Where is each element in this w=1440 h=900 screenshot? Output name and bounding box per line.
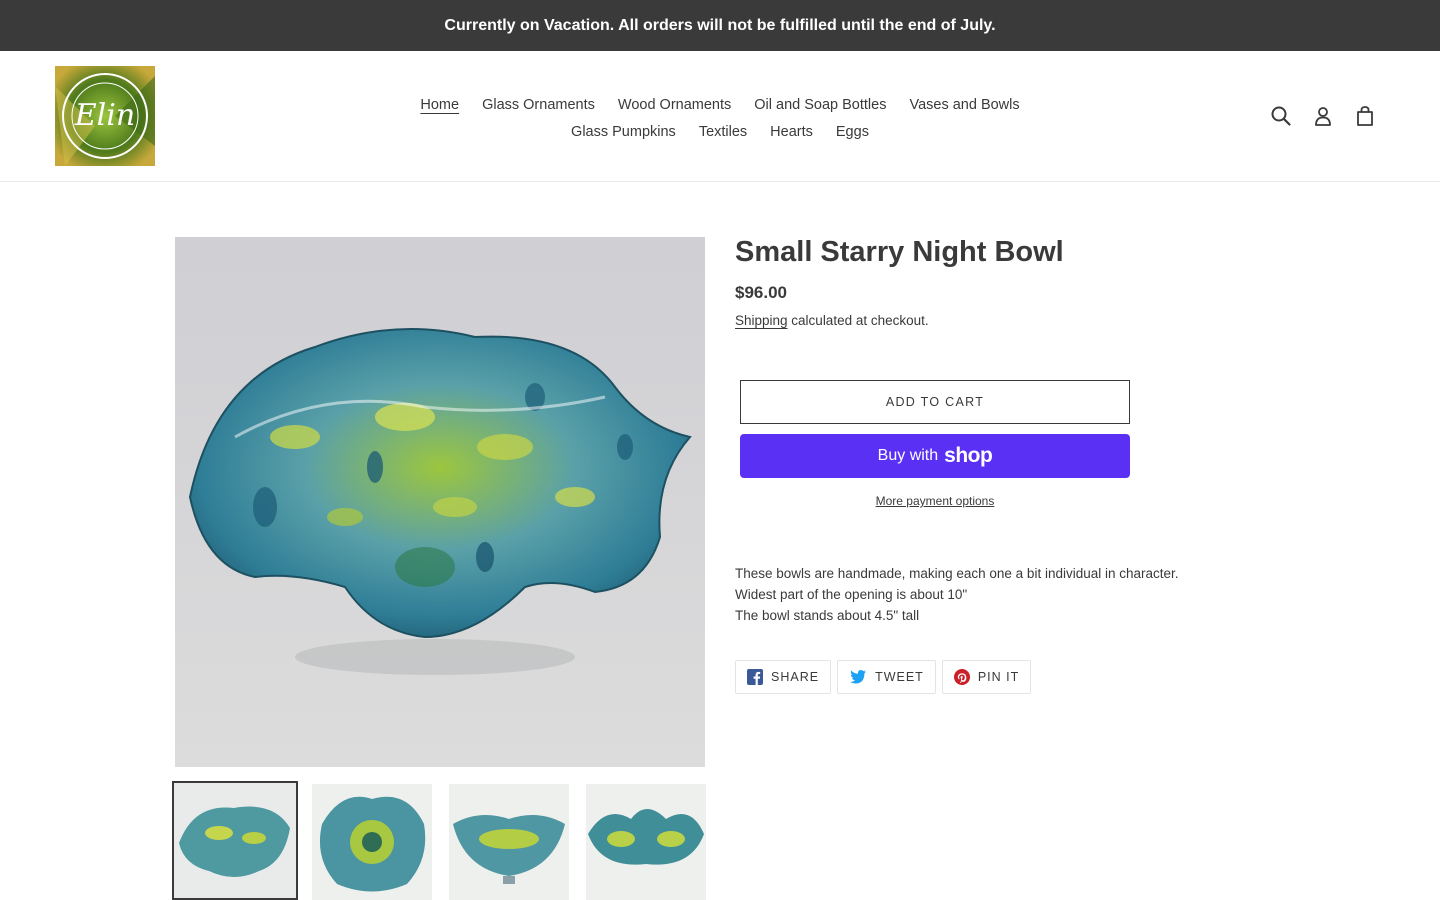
announcement-bar: Currently on Vacation. All orders will n… — [0, 0, 1440, 51]
shop-pay-logo: shop — [944, 444, 993, 467]
product-main-image[interactable] — [175, 237, 705, 767]
product-description: These bowls are handmade, making each on… — [735, 563, 1179, 626]
thumbnail-4[interactable] — [586, 784, 706, 900]
add-to-cart-button[interactable]: ADD TO CART — [740, 380, 1130, 424]
shipping-note-text: calculated at checkout. — [787, 313, 929, 328]
header-icons — [1270, 105, 1376, 127]
thumbnail-1[interactable] — [172, 781, 298, 900]
nav-glass-pumpkins[interactable]: Glass Pumpkins — [571, 124, 676, 140]
thumbnail-2[interactable] — [312, 784, 432, 900]
more-payment-options: More payment options — [740, 494, 1130, 508]
thumbnail-3[interactable] — [449, 784, 569, 900]
pinterest-share-label: PIN IT — [977, 670, 1020, 684]
twitter-share-label: TWEET — [875, 670, 924, 684]
nav-wood-ornaments[interactable]: Wood Ornaments — [618, 97, 731, 113]
product-title: Small Starry Night Bowl — [735, 236, 1064, 268]
facebook-share-button[interactable]: SHARE — [735, 660, 832, 694]
nav-row-2: Glass Pumpkins Textiles Hearts Eggs — [400, 118, 1040, 145]
shipping-note: Shipping calculated at checkout. — [735, 313, 929, 328]
nav-oil-soap-bottles[interactable]: Oil and Soap Bottles — [754, 97, 886, 113]
more-payment-options-link[interactable]: More payment options — [876, 494, 995, 508]
logo-text: Elin — [74, 98, 136, 133]
site-header: Elin Home Glass Ornaments Wood Ornaments… — [0, 51, 1440, 182]
account-icon[interactable] — [1312, 105, 1334, 127]
description-line-2: Widest part of the opening is about 10" — [735, 587, 968, 602]
nav-home[interactable]: Home — [420, 97, 459, 113]
shipping-link[interactable]: Shipping — [735, 313, 788, 328]
nav-row-1: Home Glass Ornaments Wood Ornaments Oil … — [400, 91, 1040, 118]
twitter-icon — [849, 669, 867, 685]
nav-glass-ornaments[interactable]: Glass Ornaments — [482, 97, 595, 113]
facebook-icon — [747, 669, 763, 685]
site-logo[interactable]: Elin — [55, 66, 155, 166]
main-nav: Home Glass Ornaments Wood Ornaments Oil … — [400, 91, 1040, 145]
nav-hearts[interactable]: Hearts — [770, 124, 813, 140]
pinterest-share-button[interactable]: PIN IT — [941, 660, 1032, 694]
nav-vases-bowls[interactable]: Vases and Bowls — [909, 97, 1019, 113]
facebook-share-label: SHARE — [771, 670, 820, 684]
nav-textiles[interactable]: Textiles — [699, 124, 747, 140]
cart-icon[interactable] — [1354, 105, 1376, 127]
announcement-text: Currently on Vacation. All orders will n… — [444, 16, 996, 34]
social-share: SHARE TWEET PIN IT — [735, 660, 1032, 694]
pinterest-icon — [953, 669, 970, 685]
search-icon[interactable] — [1270, 105, 1292, 127]
nav-eggs[interactable]: Eggs — [836, 124, 869, 140]
thumbnail-strip — [172, 781, 712, 900]
product-price: $96.00 — [735, 283, 787, 302]
description-line-3: The bowl stands about 4.5" tall — [735, 608, 920, 623]
buy-with-shop-button[interactable]: Buy with shop — [740, 434, 1130, 478]
buy-with-label: Buy with — [877, 447, 939, 464]
twitter-share-button[interactable]: TWEET — [837, 660, 936, 694]
description-line-1: These bowls are handmade, making each on… — [735, 566, 1179, 581]
